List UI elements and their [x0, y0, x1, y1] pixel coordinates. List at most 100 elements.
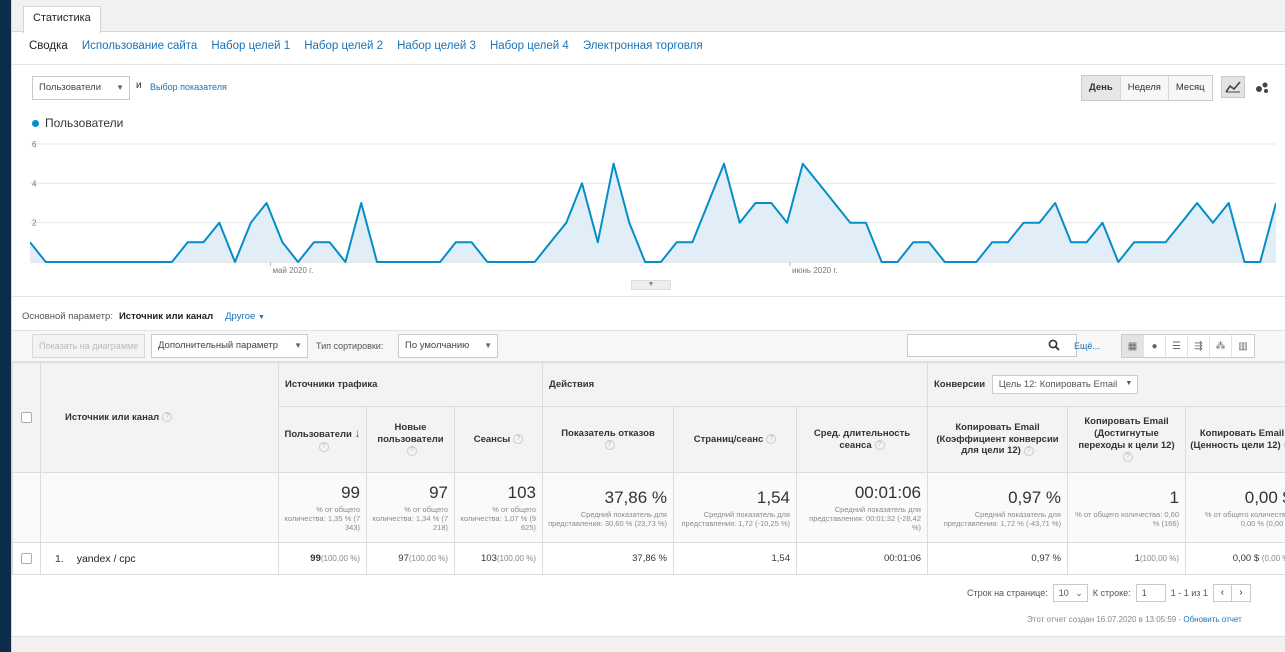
x-tick-label: июнь 2020 г.	[792, 266, 837, 274]
header-new-users[interactable]: Новые пользователи?	[366, 406, 455, 473]
more-link[interactable]: Ещё...	[1074, 341, 1100, 351]
period-day-button[interactable]: День	[1082, 76, 1121, 100]
goal-select-value: Цель 12: Копировать Email	[998, 379, 1118, 390]
subnav-ecommerce[interactable]: Электронная торговля	[583, 40, 703, 52]
secondary-dimension-select[interactable]: Дополнительный параметр ▼	[151, 334, 308, 358]
header-sessions-label: Сеансы	[473, 433, 511, 445]
y-tick-label: 4	[32, 179, 37, 188]
header-conversion-rate[interactable]: Копировать Email (Коэффициент конверсии …	[927, 406, 1068, 473]
row-goal-value: 0,00 $ (0,00 %)	[1184, 542, 1285, 575]
header-pages-per-session[interactable]: Страниц/сеанс?	[673, 406, 797, 473]
search-icon[interactable]	[1048, 339, 1060, 354]
row-checkbox[interactable]	[21, 552, 32, 564]
subnav-goal-set-4[interactable]: Набор целей 4	[490, 40, 569, 52]
cell-value: 103	[481, 553, 497, 564]
header-new-users-label: Новые пользователи	[377, 421, 444, 445]
select-all-checkbox[interactable]	[21, 411, 32, 423]
bar-view-icon[interactable]: ☰	[1166, 335, 1188, 357]
tab-statistics[interactable]: Статистика	[23, 6, 101, 33]
header-sessions[interactable]: Сеансы?	[454, 406, 543, 473]
legend-label: Пользователи	[45, 116, 124, 130]
grid-view-icon[interactable]: ▦	[1122, 335, 1144, 357]
chevron-down-icon: ▼	[1125, 380, 1133, 387]
total-note: % от общего количества: 0,00 % (0,00 $)	[1204, 509, 1285, 528]
x-tick-label: май 2020 г.	[272, 266, 313, 274]
y-tick-label: 2	[32, 219, 37, 228]
subnav-site-usage[interactable]: Использование сайта	[82, 40, 197, 52]
help-icon[interactable]: ?	[766, 434, 777, 445]
motion-chart-icon[interactable]	[1250, 76, 1274, 98]
primary-dimension-value[interactable]: Источник или канал	[119, 311, 213, 322]
dimension-header[interactable]: Источник или канал?	[40, 362, 279, 473]
rows-per-page-value: 10	[1058, 588, 1069, 598]
row-conv-rate: 0,97 %	[927, 542, 1068, 575]
goto-row-input[interactable]: 1	[1135, 584, 1166, 602]
cell-value: 99	[310, 553, 321, 564]
header-bounce-rate[interactable]: Показатель отказов?	[542, 406, 674, 473]
chevron-down-icon: ▼	[484, 341, 492, 350]
total-note: % от общего количества: 1,07 % (9 625)	[460, 505, 536, 532]
period-week-button[interactable]: Неделя	[1121, 76, 1169, 100]
pivot-view-icon[interactable]: ▥	[1232, 335, 1254, 357]
comparison-view-icon[interactable]: ⇶	[1188, 335, 1210, 357]
pie-view-icon[interactable]: ●	[1144, 335, 1166, 357]
header-goal-value[interactable]: Копировать Email (Ценность цели 12)?	[1184, 406, 1285, 473]
row-index: 1.	[55, 552, 64, 565]
primary-dimension-other[interactable]: Другое ▼	[225, 311, 265, 322]
row-sessions: 103(100,00 %)	[454, 542, 543, 575]
total-users: 99 % от общего количества: 1,35 % (7 343)	[278, 472, 367, 543]
header-avg-duration[interactable]: Сред. длительность сеанса?	[796, 406, 928, 473]
subnav-summary[interactable]: Сводка	[29, 40, 68, 52]
total-value: 99	[341, 483, 360, 502]
footer-band	[12, 636, 1285, 652]
metric-select[interactable]: Пользователи ▼	[32, 76, 130, 100]
help-icon[interactable]: ?	[604, 439, 615, 450]
help-icon[interactable]: ?	[1123, 451, 1133, 462]
cell-pct: (100,00 %)	[496, 554, 536, 563]
table-row: 1. yandex / cpc 99(100,00 %) 97(100,00 %…	[12, 542, 1285, 575]
help-icon[interactable]: ?	[513, 434, 524, 445]
collapse-chart-handle[interactable]: ▼	[631, 280, 671, 290]
page-range: 1 - 1 из 1	[1170, 588, 1208, 598]
header-conv-rate-label: Копировать Email (Коэффициент конверсии …	[936, 421, 1059, 457]
period-month-button[interactable]: Месяц	[1169, 76, 1212, 100]
rows-per-page-select[interactable]: 10 ⌄	[1052, 584, 1088, 602]
prev-page-icon[interactable]: ‹	[1214, 585, 1232, 601]
chevron-down-icon: ⌄	[1075, 588, 1083, 598]
secondary-dimension-value: Дополнительный параметр	[158, 340, 278, 351]
subnav-goal-set-3[interactable]: Набор целей 3	[397, 40, 476, 52]
term-cloud-icon[interactable]: ⁂	[1210, 335, 1232, 357]
refresh-report-link[interactable]: Обновить отчет	[1183, 615, 1241, 624]
subnav-goal-set-2[interactable]: Набор целей 2	[304, 40, 383, 52]
row-source-link[interactable]: yandex / cpc	[77, 553, 136, 565]
cell-pct: (0,00 %)	[1261, 554, 1285, 563]
chevron-down-icon: ▼	[294, 341, 302, 350]
help-icon[interactable]: ?	[407, 445, 417, 456]
help-icon[interactable]: ?	[319, 441, 329, 452]
series-area	[30, 163, 1276, 262]
cell-pct: (100,00 %)	[320, 554, 360, 563]
report-subnav: Сводка Использование сайта Набор целей 1…	[29, 40, 703, 52]
plot-rows-button[interactable]: Показать на диаграмме	[32, 334, 146, 358]
next-page-icon[interactable]: ›	[1232, 585, 1250, 601]
legend-dot-icon	[32, 119, 39, 127]
goal-select[interactable]: Цель 12: Копировать Email ▼	[991, 375, 1139, 394]
totals-row: 99 % от общего количества: 1,35 % (7 343)…	[12, 472, 1285, 543]
table-view-switcher: ▦ ● ☰ ⇶ ⁂ ▥	[1121, 334, 1255, 358]
help-icon[interactable]: ?	[874, 439, 885, 450]
totals-empty-cell	[12, 472, 41, 543]
total-note: Средний показатель для представления: 00…	[809, 505, 921, 532]
header-goal-completions[interactable]: Копировать Email (Достигнутые переходы к…	[1067, 406, 1186, 473]
help-icon[interactable]: ?	[1023, 445, 1034, 456]
subnav-goal-set-1[interactable]: Набор целей 1	[211, 40, 290, 52]
total-value: 1,54	[756, 487, 790, 507]
select-all-cell	[12, 362, 41, 473]
header-completions-label: Копировать Email (Достигнутые переходы к…	[1078, 415, 1175, 451]
line-chart-icon[interactable]	[1221, 76, 1245, 98]
help-icon[interactable]: ?	[162, 412, 173, 423]
header-users[interactable]: Пользователи ↓?	[278, 406, 367, 473]
data-table: Источник или канал? Источники трафика Де…	[12, 362, 1285, 575]
sort-type-select[interactable]: По умолчанию ▼	[398, 334, 498, 358]
dimension-header-label: Источник или канал	[65, 412, 160, 423]
pick-metric-link[interactable]: Выбор показателя	[150, 82, 227, 92]
